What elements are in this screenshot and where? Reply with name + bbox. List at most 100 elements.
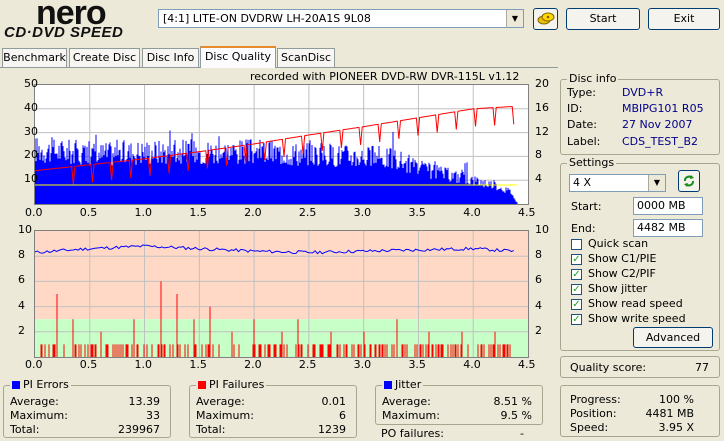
end-label: End: — [571, 222, 596, 235]
progress-box: Progress: 100 % Position: 4481 MB Speed:… — [560, 385, 720, 437]
chevron-down-icon[interactable]: ▼ — [648, 175, 665, 191]
pi-failures-total-value: 1239 — [318, 423, 346, 436]
jitter-title: Jitter — [382, 378, 424, 391]
tab-panel-border — [0, 67, 558, 68]
chevron-down-icon[interactable]: ▼ — [506, 10, 523, 27]
y-tick-label: 2 — [18, 323, 25, 337]
x-tick-label: 0.0 — [25, 358, 43, 371]
disc-label-label: Label: — [567, 135, 601, 148]
cd-dvd-speed-logo: CD·DVD SPEED — [4, 24, 124, 41]
speed-label: Speed: — [570, 421, 609, 434]
tab-disc-quality[interactable]: Disc Quality — [200, 46, 276, 68]
pi-failures-title: PI Failures — [196, 378, 267, 391]
tab-scandisc[interactable]: ScanDisc — [277, 48, 335, 67]
speed-select-value: 4 X — [573, 176, 592, 189]
tab-disc-info[interactable]: Disc Info — [142, 48, 199, 67]
x-tick-label: 1.0 — [134, 358, 153, 371]
x-tick-label: 2.0 — [244, 206, 262, 219]
refresh-speed-button[interactable] — [678, 170, 700, 192]
pi-errors-title-text: PI Errors — [23, 378, 69, 391]
pi-errors-plot-area — [34, 84, 529, 205]
end-mb-input[interactable]: 4482 MB — [633, 219, 703, 237]
y-tick-label: 20 — [24, 148, 38, 162]
pi-errors-title: PI Errors — [10, 378, 71, 391]
quick-scan-checkbox[interactable] — [571, 239, 582, 250]
y-tick-label: 2 — [535, 323, 542, 337]
show-jitter-label: Show jitter — [588, 282, 648, 295]
quality-score-value: 77 — [695, 361, 709, 374]
disc-label-value: CDS_TEST_B2 — [622, 135, 699, 148]
show-c1-pie-checkbox[interactable]: ✓ — [571, 254, 582, 265]
tab-benchmark[interactable]: Benchmark — [2, 48, 67, 67]
jitter-title-text: Jitter — [395, 378, 422, 391]
x-tick-label: 4.0 — [463, 206, 481, 219]
x-tick-label: 4.5 — [518, 206, 536, 219]
advanced-button[interactable]: Advanced — [633, 327, 713, 348]
x-tick-label: 2.5 — [298, 358, 317, 371]
start-button[interactable]: Start — [566, 8, 640, 30]
progress-label: Progress: — [570, 393, 621, 406]
pi-errors-total-label: Total: — [10, 423, 40, 436]
x-tick-label: 1.5 — [189, 206, 207, 219]
pi-failures-maximum-label: Maximum: — [196, 409, 254, 422]
refresh-icon — [684, 175, 694, 187]
y-tick-label: 4 — [535, 172, 542, 186]
show-jitter-checkbox[interactable]: ✓ — [571, 284, 582, 295]
pi-failures-title-text: PI Failures — [209, 378, 265, 391]
show-c2-pif-label: Show C2/PIF — [588, 267, 656, 280]
x-tick-label: 2.5 — [298, 206, 317, 219]
start-mb-input[interactable]: 0000 MB — [633, 197, 703, 215]
quick-scan-label: Quick scan — [588, 237, 649, 250]
y-tick-label: 10 — [18, 223, 32, 236]
high-zone-band — [35, 231, 528, 320]
y-tick-label: 4 — [535, 298, 542, 312]
pi-failures-chart: 10 8 6 4 2 10 8 6 4 2 0.0 0.5 1.0 1.5 2.0 2.5 3.0 3.5 4.… — [0, 222, 560, 372]
show-read-speed-checkbox[interactable]: ✓ — [571, 299, 582, 310]
position-value: 4481 MB — [645, 407, 694, 420]
y-tick-label: 10 — [535, 223, 549, 236]
y-tick-label: 30 — [24, 124, 38, 138]
disc-type-value: DVD+R — [622, 86, 664, 99]
pi-failures-average-label: Average: — [196, 395, 245, 408]
speed-select[interactable]: 4 X ▼ — [569, 174, 666, 192]
x-tick-label: 3.5 — [408, 358, 426, 371]
y-tick-label: 20 — [535, 77, 549, 90]
x-tick-label: 1.0 — [134, 206, 153, 219]
x-tick-label: 3.0 — [353, 358, 372, 371]
show-c2-pif-checkbox[interactable]: ✓ — [571, 269, 582, 280]
show-write-speed-checkbox[interactable]: ✓ — [571, 314, 582, 325]
pi-errors-swatch — [12, 381, 20, 389]
disc-id-label: ID: — [567, 102, 583, 115]
pi-errors-stats: PI Errors Average: 13.39 Maximum: 33 Tot… — [3, 378, 171, 438]
disc-info-group: Disc info Type: DVD+R ID: MBIPG101 R05 D… — [560, 72, 720, 155]
jitter-maximum-label: Maximum: — [382, 409, 440, 422]
exit-button[interactable]: Exit — [648, 8, 720, 30]
settings-title: Settings — [567, 156, 617, 169]
po-failures-label: PO failures: — [381, 427, 444, 440]
tab-create-disc[interactable]: Create Disc — [69, 48, 140, 67]
pi-failures-stats: PI Failures Average: 0.01 Maximum: 6 Tot… — [189, 378, 357, 438]
x-tick-label: 0.0 — [25, 206, 43, 219]
jitter-average-value: 8.51 % — [493, 395, 532, 408]
x-tick-label: 0.5 — [79, 358, 98, 371]
jitter-maximum-value: 9.5 % — [500, 409, 532, 422]
pi-errors-bars — [35, 130, 518, 204]
pi-failures-average-value: 0.01 — [321, 395, 347, 408]
x-tick-label: 2.0 — [244, 358, 262, 371]
y-tick-label: 8 — [535, 248, 542, 262]
x-tick-label: 3.0 — [353, 206, 372, 219]
quality-score-box: Quality score: 77 — [560, 356, 720, 378]
refresh-drive-button[interactable] — [533, 8, 558, 30]
disc-type-label: Type: — [567, 86, 596, 99]
show-read-speed-label: Show read speed — [588, 297, 683, 310]
y-tick-label: 8 — [535, 148, 542, 162]
position-label: Position: — [570, 407, 617, 420]
pi-failures-swatch — [198, 381, 206, 389]
start-label: Start: — [571, 200, 602, 213]
refresh-drive-icon — [537, 12, 554, 25]
pi-errors-maximum-label: Maximum: — [10, 409, 68, 422]
x-tick-label: 4.5 — [518, 358, 536, 371]
drive-select[interactable]: [4:1] LITE-ON DVDRW LH-20A1S 9L08 ▼ — [158, 9, 524, 28]
y-tick-label: 8 — [18, 248, 25, 262]
progress-value: 100 % — [659, 393, 694, 406]
